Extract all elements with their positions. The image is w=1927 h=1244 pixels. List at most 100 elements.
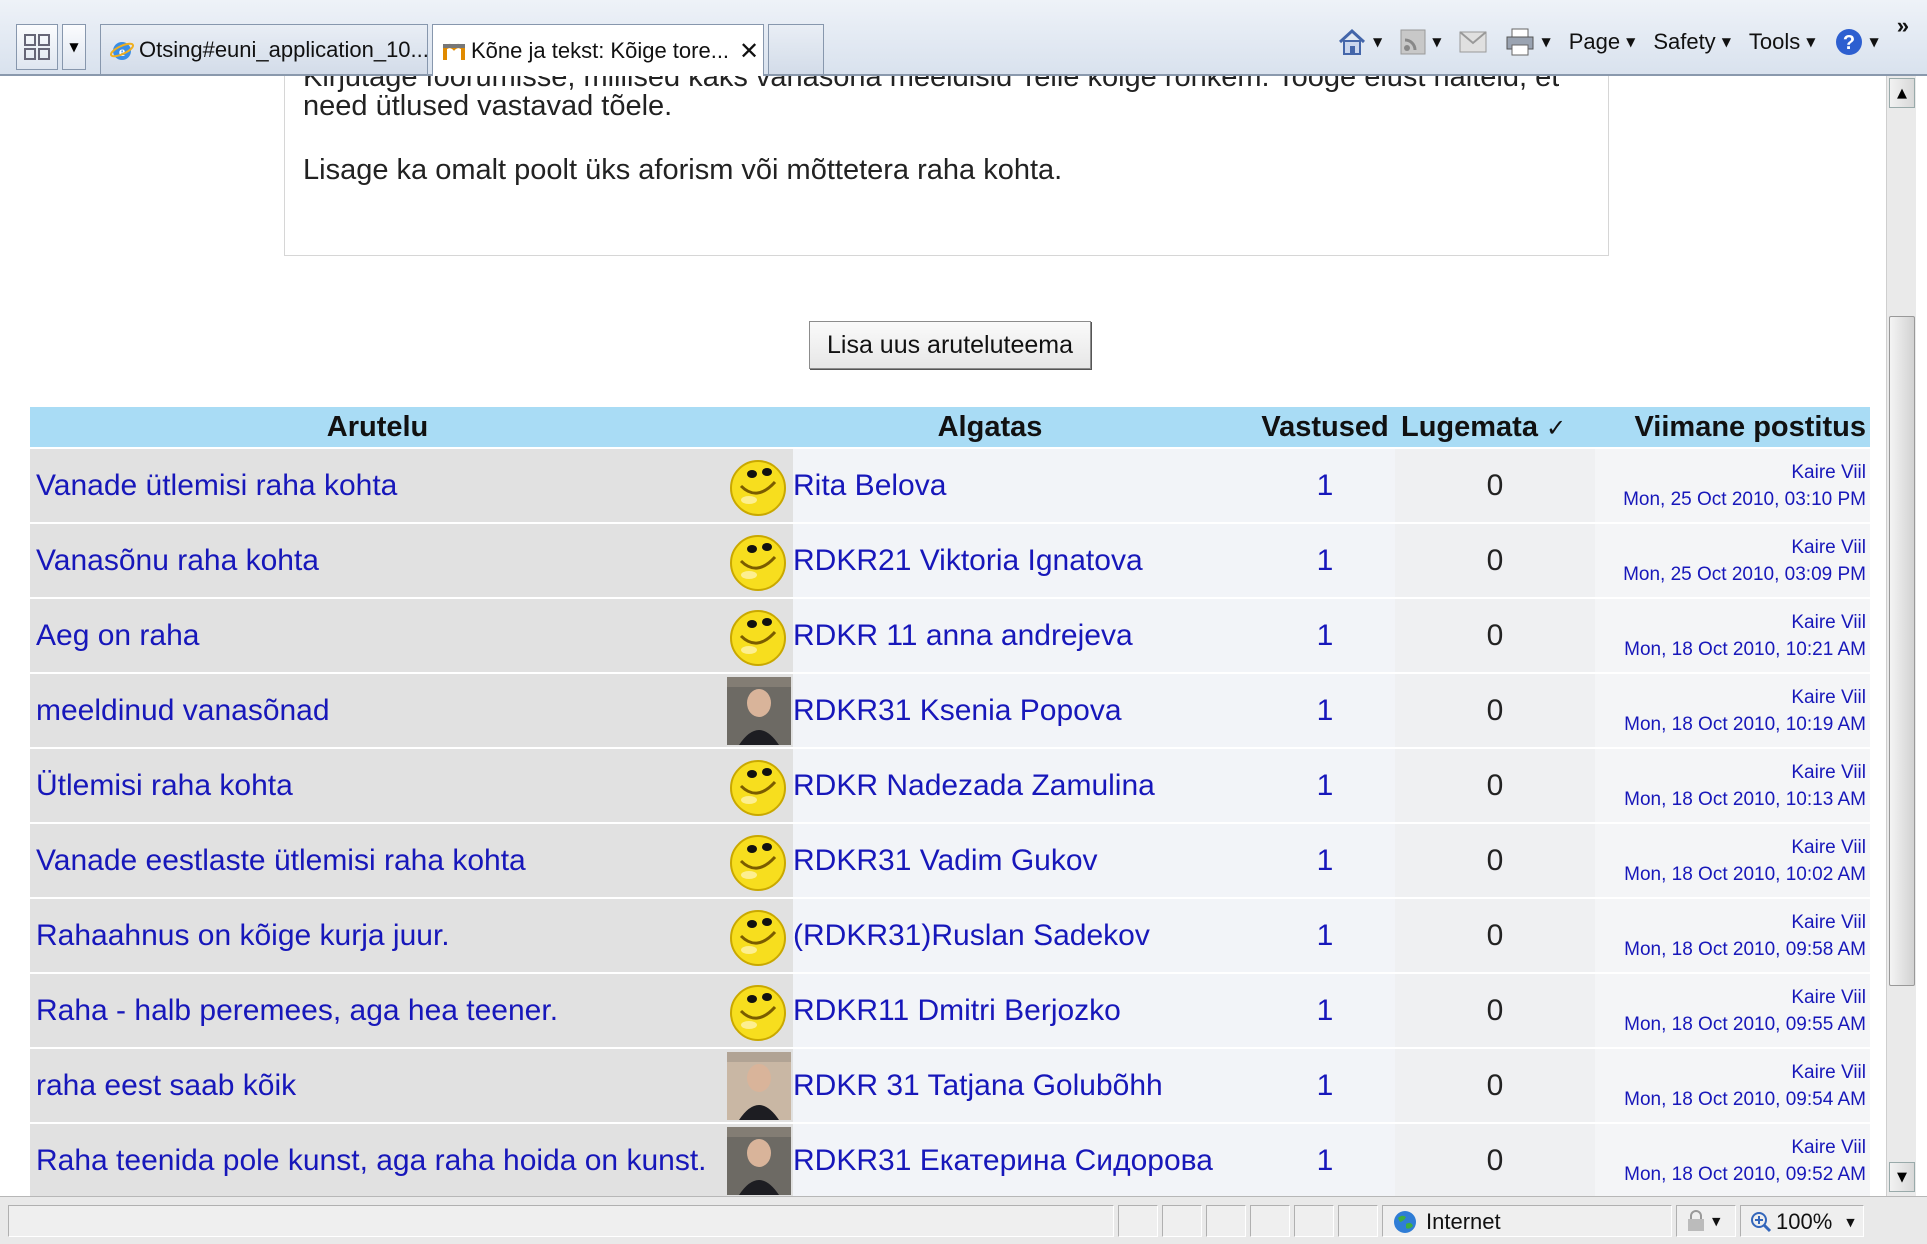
last-post-author-link[interactable]: Kaire Viil <box>1791 987 1866 1008</box>
read-mail-button[interactable] <box>1453 24 1493 60</box>
safety-menu-label: Safety <box>1653 29 1716 54</box>
last-post-author-link[interactable]: Kaire Viil <box>1791 837 1866 858</box>
header-started-by[interactable]: Algatas <box>725 407 1255 447</box>
author-link[interactable]: RDKR31 Vadim Gukov <box>793 844 1098 877</box>
security-zone[interactable]: Internet <box>1392 1209 1501 1235</box>
tools-menu[interactable]: Tools ▼ <box>1743 24 1822 60</box>
last-post-date-link[interactable]: Mon, 18 Oct 2010, 10:21 AM <box>1624 639 1866 660</box>
intro-line: Lisage ka omalt poolt üks aforism või mõ… <box>303 154 1063 186</box>
close-tab-icon[interactable]: ✕ <box>739 37 759 65</box>
last-post-author-link[interactable]: Kaire Viil <box>1791 1062 1866 1083</box>
author-avatar-cell[interactable] <box>725 1122 793 1196</box>
author-avatar-cell[interactable] <box>725 447 793 522</box>
replies-count-link[interactable]: 1 <box>1317 619 1334 652</box>
safety-menu[interactable]: Safety ▼ <box>1647 24 1737 60</box>
discussion-topic-link[interactable]: Vanasõnu raha kohta <box>36 544 319 577</box>
last-post-date-link[interactable]: Mon, 18 Oct 2010, 10:02 AM <box>1624 864 1866 885</box>
replies-count-link[interactable]: 1 <box>1317 1144 1334 1177</box>
last-post-author-link[interactable]: Kaire Viil <box>1791 687 1866 708</box>
last-post-date-link[interactable]: Mon, 18 Oct 2010, 09:58 AM <box>1624 939 1866 960</box>
last-post-date-link[interactable]: Mon, 18 Oct 2010, 09:52 AM <box>1624 1164 1866 1185</box>
discussion-topic-link[interactable]: Rahaahnus on kõige kurja juur. <box>36 919 450 952</box>
author-link[interactable]: RDKR Nadezada Zamulina <box>793 769 1155 802</box>
add-discussion-topic-button[interactable]: Lisa uus aruteluteema <box>809 321 1091 369</box>
author-avatar-cell[interactable] <box>725 972 793 1047</box>
replies-count-link[interactable]: 1 <box>1317 769 1334 802</box>
last-post-date-link[interactable]: Mon, 18 Oct 2010, 10:19 AM <box>1624 714 1866 735</box>
author-link[interactable]: RDKR21 Viktoria Ignatova <box>793 544 1143 577</box>
author-avatar-cell[interactable] <box>725 672 793 747</box>
tab-list-dropdown[interactable]: ▼ <box>62 24 86 70</box>
replies-count-link[interactable]: 1 <box>1317 994 1334 1027</box>
print-button[interactable]: ▼ <box>1499 24 1556 60</box>
author-avatar-cell[interactable] <box>725 522 793 597</box>
discussion-topic-link[interactable]: meeldinud vanasõnad <box>36 694 330 727</box>
header-discussion[interactable]: Arutelu <box>30 407 725 447</box>
mark-read-check-icon[interactable]: ✓ <box>1546 414 1566 442</box>
last-post-cell: Kaire Viil Mon, 18 Oct 2010, 10:02 AM <box>1595 822 1870 897</box>
page-menu[interactable]: Page ▼ <box>1563 24 1642 60</box>
help-button[interactable]: ? ▼ <box>1828 24 1885 60</box>
replies-count-link[interactable]: 1 <box>1317 694 1334 727</box>
protected-mode-button[interactable]: ▼ <box>1684 1209 1720 1233</box>
author-link[interactable]: (RDKR31)Ruslan Sadekov <box>793 919 1150 952</box>
last-post-date-link[interactable]: Mon, 18 Oct 2010, 10:13 AM <box>1624 789 1866 810</box>
discussion-topic-link[interactable]: raha eest saab kõik <box>36 1069 296 1102</box>
last-post-date-link[interactable]: Mon, 18 Oct 2010, 09:54 AM <box>1624 1089 1866 1110</box>
vertical-scrollbar[interactable]: ▲ ▼ <box>1886 76 1916 1196</box>
home-button[interactable]: ▼ <box>1331 24 1388 60</box>
user-photo-avatar <box>727 676 791 745</box>
more-commands-button[interactable]: » <box>1891 8 1915 44</box>
author-link[interactable]: Rita Belova <box>793 469 946 502</box>
globe-icon <box>1394 1211 1416 1233</box>
last-post-date-link[interactable]: Mon, 18 Oct 2010, 09:55 AM <box>1624 1014 1866 1035</box>
last-post-author-link[interactable]: Kaire Viil <box>1791 537 1866 558</box>
replies-count-link[interactable]: 1 <box>1317 919 1334 952</box>
author-avatar-cell[interactable] <box>725 597 793 672</box>
discussion-topic-link[interactable]: Aeg on raha <box>36 619 199 652</box>
replies-count-link[interactable]: 1 <box>1317 544 1334 577</box>
zoom-control[interactable]: 100% ▼ <box>1750 1209 1855 1235</box>
replies-cell: 1 <box>1255 1122 1395 1196</box>
last-post-date-link[interactable]: Mon, 25 Oct 2010, 03:09 PM <box>1623 564 1866 585</box>
author-link[interactable]: RDKR11 Dmitri Berjozko <box>793 994 1121 1027</box>
last-post-author-link[interactable]: Kaire Viil <box>1791 762 1866 783</box>
replies-count-link[interactable]: 1 <box>1317 844 1334 877</box>
discussion-topic-link[interactable]: Vanade eestlaste ütlemisi raha kohta <box>36 844 526 877</box>
new-tab-button[interactable] <box>768 24 824 74</box>
author-avatar-cell[interactable] <box>725 897 793 972</box>
quick-tabs-button[interactable] <box>16 24 58 70</box>
replies-count-link[interactable]: 1 <box>1317 469 1334 502</box>
discussion-topic-link[interactable]: Raha teenida pole kunst, aga raha hoida … <box>36 1144 707 1177</box>
scrollbar-thumb[interactable] <box>1889 316 1915 986</box>
header-last-post[interactable]: Viimane postitus <box>1595 407 1870 447</box>
replies-count-link[interactable]: 1 <box>1317 1069 1334 1102</box>
header-unread[interactable]: Lugemata ✓ <box>1395 407 1595 447</box>
tab-kone-ja-tekst[interactable]: Kõne ja tekst: Kõige tore... ✕ <box>432 24 764 76</box>
author-avatar-cell[interactable] <box>725 1047 793 1122</box>
last-post-author-link[interactable]: Kaire Viil <box>1791 1137 1866 1158</box>
tab-otsing[interactable]: e Otsing#euni_application_10... <box>100 24 428 74</box>
author-link[interactable]: RDKR31 Ksenia Popova <box>793 694 1122 727</box>
scroll-down-button[interactable]: ▼ <box>1889 1162 1915 1192</box>
scroll-up-button[interactable]: ▲ <box>1889 78 1915 108</box>
author-link[interactable]: RDKR 11 anna andrejeva <box>793 619 1133 652</box>
last-post-cell: Kaire Viil Mon, 25 Oct 2010, 03:10 PM <box>1595 447 1870 522</box>
author-link[interactable]: RDKR31 Екатерина Сидорова <box>793 1144 1213 1177</box>
table-row: Raha teenida pole kunst, aga raha hoida … <box>30 1122 1870 1196</box>
header-replies[interactable]: Vastused <box>1255 407 1395 447</box>
feeds-button[interactable]: ▼ <box>1394 24 1447 60</box>
author-cell: RDKR21 Viktoria Ignatova <box>793 522 1255 597</box>
last-post-date-link[interactable]: Mon, 25 Oct 2010, 03:10 PM <box>1623 489 1866 510</box>
smiley-avatar-icon <box>730 534 786 591</box>
last-post-author-link[interactable]: Kaire Viil <box>1791 612 1866 633</box>
author-link[interactable]: RDKR 31 Tatjana Golubõhh <box>793 1069 1163 1102</box>
last-post-author-link[interactable]: Kaire Viil <box>1791 912 1866 933</box>
discussion-topic-link[interactable]: Vanade ütlemisi raha kohta <box>36 469 397 502</box>
unread-cell: 0 <box>1395 747 1595 822</box>
discussion-topic-link[interactable]: Ütlemisi raha kohta <box>36 769 293 802</box>
author-avatar-cell[interactable] <box>725 747 793 822</box>
author-avatar-cell[interactable] <box>725 822 793 897</box>
last-post-author-link[interactable]: Kaire Viil <box>1791 462 1866 483</box>
discussion-topic-link[interactable]: Raha - halb peremees, aga hea teener. <box>36 994 558 1027</box>
